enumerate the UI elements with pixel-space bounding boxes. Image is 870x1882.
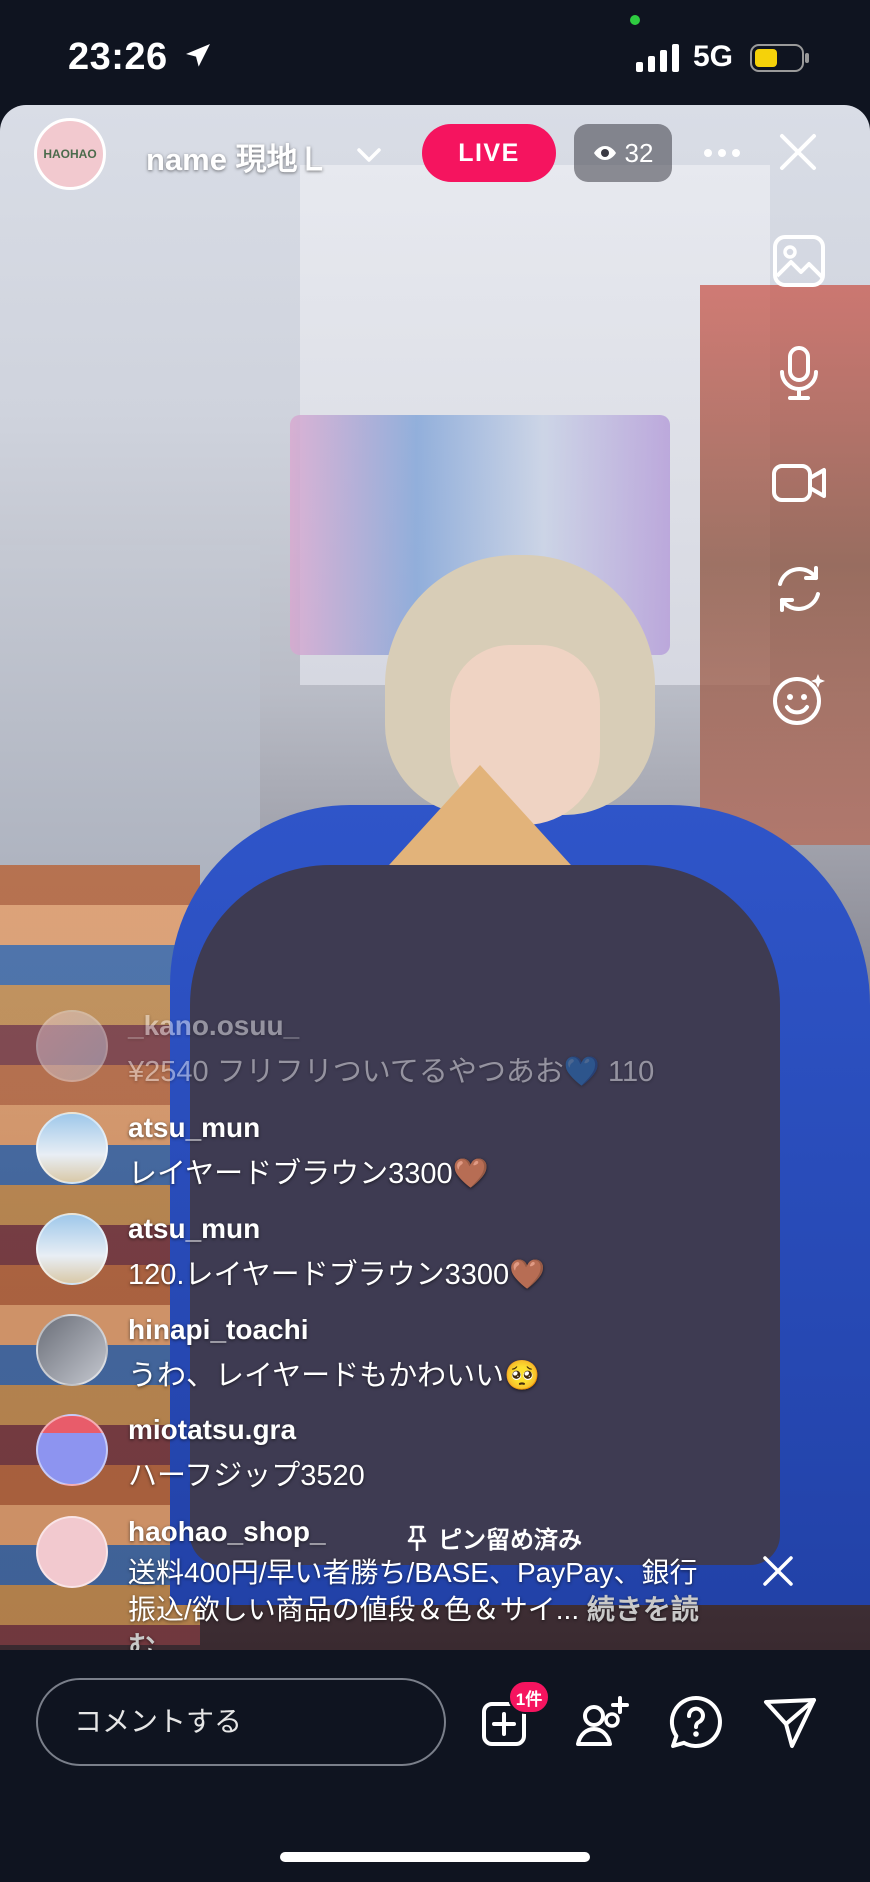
location-arrow-icon <box>186 44 210 67</box>
comment-username[interactable]: _kano.osuu_ <box>128 1010 299 1042</box>
pinned-label: ピン留め済み <box>406 1520 582 1555</box>
send-icon[interactable] <box>760 1692 820 1752</box>
comment-item[interactable]: atsu_mun 120.レイヤードブラウン3300🤎 <box>36 1213 796 1293</box>
comment-item[interactable]: miotatsu.gra ハーフジップ3520 <box>36 1414 796 1494</box>
host-name[interactable]: name 現地Ｌ <box>146 134 329 179</box>
video-camera-icon[interactable] <box>770 454 828 512</box>
close-live-icon[interactable] <box>774 128 822 176</box>
viewer-count[interactable]: 32 <box>574 124 672 182</box>
notification-badge: 1件 <box>508 1680 550 1714</box>
viewer-count-value: 32 <box>624 137 654 168</box>
more-options-icon[interactable] <box>700 138 744 168</box>
network-type: 5G <box>693 40 734 73</box>
live-badge: LIVE <box>422 124 556 182</box>
comment-avatar[interactable] <box>36 1112 108 1184</box>
comment-username[interactable]: atsu_mun <box>128 1213 260 1245</box>
comment-item[interactable]: _kano.osuu_ ¥2540 フリフリついてるやつあお💙 110 <box>36 1010 796 1090</box>
comment-item[interactable]: atsu_mun レイヤードブラウン3300🤎 <box>36 1112 796 1192</box>
pinned-text: 送料400円/早い者勝ち/BASE、PayPay、銀行振込/欲しい商品の値段＆色… <box>128 1554 708 1665</box>
comment-text: ハーフジップ3520 <box>128 1460 365 1492</box>
comment-username[interactable]: miotatsu.gra <box>128 1414 296 1446</box>
host-avatar-logo: HAOHAO <box>43 147 97 161</box>
flip-camera-icon[interactable] <box>770 560 828 618</box>
question-icon[interactable] <box>666 1692 726 1752</box>
microphone-icon[interactable] <box>770 344 828 402</box>
comment-avatar[interactable] <box>36 1010 108 1082</box>
pinned-label-text: ピン留め済み <box>438 1527 582 1554</box>
comment-username[interactable]: atsu_mun <box>128 1112 260 1144</box>
comment-input[interactable] <box>36 1678 446 1766</box>
comment-avatar[interactable] <box>36 1516 108 1588</box>
pin-icon <box>407 1525 427 1551</box>
comment-text: うわ、レイヤードもかわいい🥺 <box>128 1360 541 1392</box>
gallery-icon[interactable] <box>770 232 828 290</box>
pinned-comment[interactable]: haohao_shop_ ピン留め済み 送料400円/早い者勝ち/BASE、Pa… <box>36 1516 796 1662</box>
comment-text: ¥2540 フリフリついてるやつあお💙 110 <box>128 1056 655 1088</box>
host-avatar[interactable]: HAOHAO <box>34 118 106 190</box>
effects-icon[interactable] <box>770 670 828 728</box>
battery-icon <box>750 44 809 72</box>
cellular-signal-icon <box>636 44 679 72</box>
unpin-close-icon[interactable] <box>760 1553 796 1589</box>
comment-avatar[interactable] <box>36 1414 108 1486</box>
comment-username[interactable]: haohao_shop_ <box>128 1516 326 1548</box>
home-indicator[interactable] <box>280 1852 590 1862</box>
status-bar: 23:26 5G <box>0 0 870 105</box>
chevron-down-icon[interactable] <box>354 140 384 170</box>
camera-in-use-indicator <box>630 15 640 25</box>
comment-username[interactable]: hinapi_toachi <box>128 1314 308 1346</box>
comment-text: レイヤードブラウン3300🤎 <box>128 1158 489 1190</box>
comment-avatar[interactable] <box>36 1213 108 1285</box>
comment-avatar[interactable] <box>36 1314 108 1386</box>
add-guest-icon[interactable] <box>572 1692 632 1752</box>
comment-text: 120.レイヤードブラウン3300🤎 <box>128 1259 546 1291</box>
comment-item[interactable]: hinapi_toachi うわ、レイヤードもかわいい🥺 <box>36 1314 796 1394</box>
eye-icon <box>593 146 616 160</box>
status-time: 23:26 <box>68 36 168 78</box>
